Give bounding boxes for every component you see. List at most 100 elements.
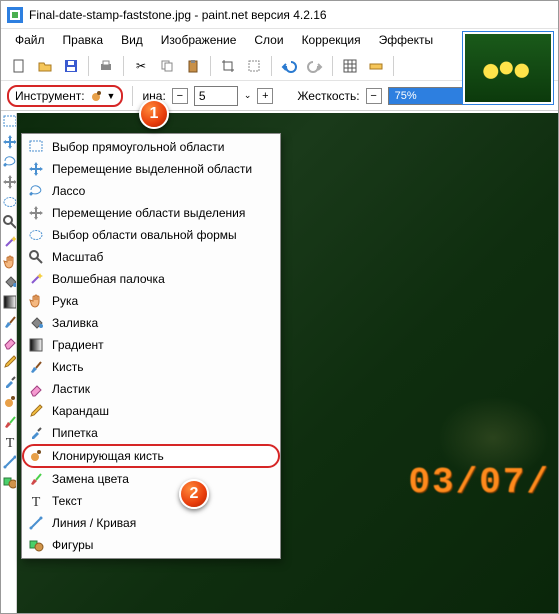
strip-clone-icon[interactable] — [2, 395, 16, 409]
tool-selector-dropdown[interactable]: Инструмент: ▼ — [7, 85, 123, 107]
tool-item-label: Кисть — [52, 360, 83, 374]
tool-item-bucket[interactable]: Заливка — [22, 312, 280, 334]
tool-item-line[interactable]: Линия / Кривая — [22, 512, 280, 534]
tool-item-label: Перемещение области выделения — [52, 206, 245, 220]
menu-эффекты[interactable]: Эффекты — [371, 31, 442, 49]
eraser-icon — [28, 381, 44, 397]
tool-item-shapes[interactable]: Фигуры — [22, 534, 280, 556]
wand-icon — [28, 271, 44, 287]
strip-move-sel-icon[interactable] — [2, 135, 16, 149]
tool-item-label: Лассо — [52, 184, 85, 198]
tool-item-wand[interactable]: Волшебная палочка — [22, 268, 280, 290]
tool-item-ellipse-select[interactable]: Выбор области овальной формы — [22, 224, 280, 246]
new-file-icon[interactable] — [7, 54, 31, 78]
tool-item-label: Клонирующая кисть — [52, 449, 164, 463]
strip-wand-icon[interactable] — [2, 235, 16, 249]
image-thumbnail[interactable] — [462, 31, 554, 105]
tool-dropdown-menu: Выбор прямоугольной областиПеремещение в… — [21, 133, 281, 559]
grid-icon[interactable] — [338, 54, 362, 78]
strip-hand-icon[interactable] — [2, 255, 16, 269]
menu-правка[interactable]: Правка — [55, 31, 112, 49]
titlebar: Final-date-stamp-faststone.jpg - paint.n… — [1, 1, 558, 29]
redo-icon[interactable] — [303, 54, 327, 78]
annotation-badge-2: 2 — [179, 479, 209, 509]
strip-eraser-icon[interactable] — [2, 335, 16, 349]
gradient-icon — [28, 337, 44, 353]
tool-item-label: Линия / Кривая — [52, 516, 136, 530]
strip-lasso-icon[interactable] — [2, 155, 16, 169]
tool-item-move-sel[interactable]: Перемещение выделенной области — [22, 158, 280, 180]
text-icon: T — [28, 493, 44, 509]
width-minus-button[interactable]: − — [172, 88, 188, 104]
save-icon[interactable] — [59, 54, 83, 78]
strip-shapes-icon[interactable] — [2, 475, 16, 489]
tool-item-label: Выбор области овальной формы — [52, 228, 237, 242]
clone-brush-icon — [89, 89, 103, 103]
date-stamp-text: 03/07/ — [408, 462, 550, 503]
move-pix-icon — [28, 205, 44, 221]
crop-icon[interactable] — [216, 54, 240, 78]
strip-rect-select-icon[interactable] — [2, 115, 16, 129]
lasso-icon — [28, 183, 44, 199]
brush-icon — [28, 359, 44, 375]
strip-gradient-icon[interactable] — [2, 295, 16, 309]
strip-brush-icon[interactable] — [2, 315, 16, 329]
hand-icon — [28, 293, 44, 309]
shapes-icon — [28, 537, 44, 553]
tool-item-eraser[interactable]: Ластик — [22, 378, 280, 400]
tool-label: Инструмент: — [15, 89, 85, 103]
menu-коррекция[interactable]: Коррекция — [294, 31, 369, 49]
strip-bucket-icon[interactable] — [2, 275, 16, 289]
cut-icon[interactable]: ✂ — [129, 54, 153, 78]
hardness-label: Жесткость: — [297, 89, 359, 103]
tool-item-text[interactable]: T Текст — [22, 490, 280, 512]
menu-слои[interactable]: Слои — [246, 31, 291, 49]
strip-text-icon[interactable]: T — [2, 435, 16, 449]
strip-move-pix-icon[interactable] — [2, 175, 16, 189]
chevron-down-icon: ▼ — [107, 91, 116, 101]
ellipse-select-icon — [28, 227, 44, 243]
undo-icon[interactable] — [277, 54, 301, 78]
open-file-icon[interactable] — [33, 54, 57, 78]
tool-item-label: Текст — [52, 494, 82, 508]
tool-item-rect-select[interactable]: Выбор прямоугольной области — [22, 136, 280, 158]
tool-item-lasso[interactable]: Лассо — [22, 180, 280, 202]
width-input[interactable] — [194, 86, 238, 106]
copy-icon[interactable] — [155, 54, 179, 78]
menu-вид[interactable]: Вид — [113, 31, 151, 49]
tool-item-hand[interactable]: Рука — [22, 290, 280, 312]
tool-item-label: Замена цвета — [52, 472, 129, 486]
tool-item-label: Масштаб — [52, 250, 103, 264]
paste-icon[interactable] — [181, 54, 205, 78]
annotation-badge-1: 1 — [139, 99, 169, 129]
tool-item-brush[interactable]: Кисть — [22, 356, 280, 378]
tool-item-clone[interactable]: Клонирующая кисть — [22, 444, 280, 468]
strip-ellipse-select-icon[interactable] — [2, 195, 16, 209]
tool-item-label: Волшебная палочка — [52, 272, 165, 286]
thumbnail-preview — [465, 34, 551, 102]
ruler-icon[interactable] — [364, 54, 388, 78]
print-icon[interactable] — [94, 54, 118, 78]
strip-recolor-icon[interactable] — [2, 415, 16, 429]
menu-файл[interactable]: Файл — [7, 31, 53, 49]
menu-изображение[interactable]: Изображение — [153, 31, 245, 49]
strip-pencil-icon[interactable] — [2, 355, 16, 369]
deselect-icon[interactable] — [242, 54, 266, 78]
width-plus-button[interactable]: + — [257, 88, 273, 104]
strip-eyedrop-icon[interactable] — [2, 375, 16, 389]
hardness-minus-button[interactable]: − — [366, 88, 382, 104]
width-spinner-icon[interactable]: ⌄ — [244, 90, 252, 101]
tool-item-eyedrop[interactable]: Пипетка — [22, 422, 280, 444]
tool-item-pencil[interactable]: Карандаш — [22, 400, 280, 422]
eyedrop-icon — [28, 425, 44, 441]
clone-icon — [28, 448, 44, 464]
tool-item-recolor[interactable]: Замена цвета — [22, 468, 280, 490]
tool-item-label: Градиент — [52, 338, 104, 352]
tool-item-move-pix[interactable]: Перемещение области выделения — [22, 202, 280, 224]
window-title: Final-date-stamp-faststone.jpg - paint.n… — [29, 8, 327, 22]
tool-item-zoom[interactable]: Масштаб — [22, 246, 280, 268]
strip-zoom-icon[interactable] — [2, 215, 16, 229]
strip-line-icon[interactable] — [2, 455, 16, 469]
tool-item-gradient[interactable]: Градиент — [22, 334, 280, 356]
rect-select-icon — [28, 139, 44, 155]
